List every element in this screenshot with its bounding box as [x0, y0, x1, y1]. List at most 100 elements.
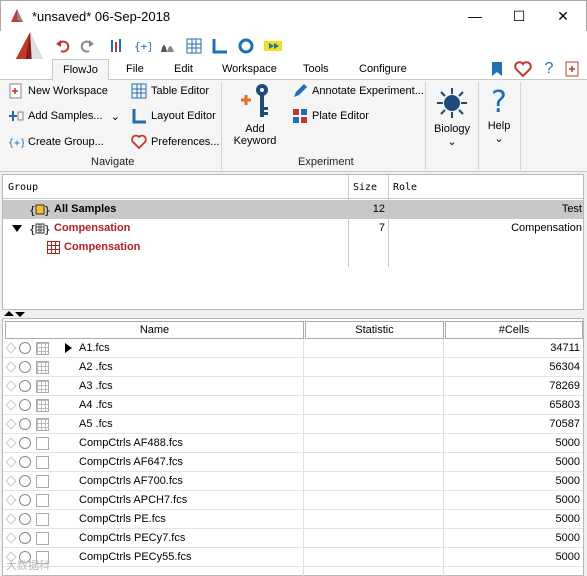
layout-button[interactable]	[209, 35, 231, 57]
tab-flowjo[interactable]: FlowJo	[52, 59, 109, 81]
table-row[interactable]: A3 .fcs 78269	[3, 377, 583, 396]
histogram-icon	[161, 45, 174, 52]
new-document-button[interactable]	[563, 60, 581, 78]
role-column-header[interactable]: Role	[393, 182, 417, 193]
close-icon: ✕	[557, 7, 569, 24]
group-button[interactable]: {+}	[131, 35, 153, 57]
table-row[interactable]: A1.fcs 34711	[3, 339, 583, 358]
new-workspace-button[interactable]: New Workspace	[8, 82, 108, 100]
annotate-experiment-button[interactable]: Annotate Experiment...	[292, 82, 424, 100]
tab-edit[interactable]: Edit	[174, 63, 193, 75]
radio-circle-icon[interactable]	[19, 513, 31, 525]
table-row[interactable]: A5 .fcs 70587	[3, 415, 583, 434]
plate-editor-button[interactable]: Plate Editor	[292, 107, 369, 125]
pane-splitter[interactable]	[0, 310, 587, 318]
table-row[interactable]: A4 .fcs 65803	[3, 396, 583, 415]
group-row-compensation-matrix[interactable]: Compensation	[3, 238, 583, 257]
group-table-header: Group Size Role	[3, 175, 583, 199]
minimize-button[interactable]: —	[453, 1, 497, 31]
redo-button[interactable]	[76, 35, 98, 57]
tab-tools[interactable]: Tools	[303, 63, 329, 75]
table-row[interactable]: CompCtrls AF647.fcs 5000	[3, 453, 583, 472]
sample-name: A2 .fcs	[79, 361, 113, 373]
favorite-button[interactable]	[514, 60, 532, 78]
pencil-icon	[294, 84, 307, 97]
chevron-down-icon: ⌄	[110, 110, 120, 123]
splitter-up-icon[interactable]	[4, 311, 14, 316]
plate-editor-label: Plate Editor	[312, 110, 369, 122]
play-button[interactable]	[262, 35, 284, 57]
current-row-pointer-icon	[65, 343, 72, 353]
preferences-button[interactable]: Preferences...	[131, 133, 219, 151]
sample-type-icon	[36, 456, 49, 469]
name-column-header[interactable]: Name	[5, 321, 304, 339]
radio-circle-icon[interactable]	[19, 418, 31, 430]
tab-workspace[interactable]: Workspace	[222, 63, 277, 75]
add-samples-label: Add Samples...	[28, 110, 103, 122]
expand-triangle-icon[interactable]	[12, 225, 22, 232]
radio-circle-icon[interactable]	[19, 437, 31, 449]
sample-table-header: Name Statistic #Cells	[5, 321, 583, 339]
sample-type-icon	[36, 494, 49, 507]
svg-text:{: {	[29, 204, 36, 217]
diamond-icon	[5, 475, 17, 487]
cytometer-button[interactable]	[106, 35, 128, 57]
bookmark-button[interactable]	[488, 60, 506, 78]
group-row-compensation[interactable]: {} Compensation 7 Compensation	[3, 219, 583, 238]
statistic-column-header[interactable]: Statistic	[305, 321, 444, 339]
tab-configure[interactable]: Configure	[359, 63, 407, 75]
title-bar: *unsaved* 06-Sep-2018 — ☐ ✕	[0, 0, 587, 31]
table-button[interactable]	[183, 35, 205, 57]
add-keyword-button[interactable]: Add Keyword	[232, 82, 278, 147]
tab-file[interactable]: File	[126, 63, 144, 75]
sample-name: CompCtrls PECy7.fcs	[79, 532, 186, 544]
sample-cell-count: 70587	[549, 418, 580, 430]
table-row[interactable]: CompCtrls AF700.fcs 5000	[3, 472, 583, 491]
biology-button[interactable]: Biology ⌄	[430, 86, 474, 148]
table-row[interactable]: CompCtrls PE.fcs 5000	[3, 510, 583, 529]
redo-icon	[80, 40, 94, 53]
radio-circle-icon[interactable]	[19, 380, 31, 392]
preferences-label: Preferences...	[151, 136, 220, 148]
radio-circle-icon[interactable]	[19, 532, 31, 544]
table-row[interactable]: CompCtrls PECy55.fcs 5000	[3, 548, 583, 567]
sample-type-icon	[36, 475, 49, 488]
flowjo-app-icon	[11, 9, 23, 22]
add-samples-button[interactable]: Add Samples... ⌄	[8, 107, 120, 125]
table-row[interactable]: CompCtrls APCH7.fcs 5000	[3, 491, 583, 510]
layout-editor-button[interactable]: Layout Editor	[131, 107, 216, 125]
size-column-header[interactable]: Size	[353, 182, 377, 193]
sample-name: CompCtrls AF647.fcs	[79, 456, 183, 468]
group-row-all-samples[interactable]: {} All Samples 12 Test	[3, 200, 583, 219]
radio-circle-icon[interactable]	[19, 475, 31, 487]
table-editor-button[interactable]: Table Editor	[131, 82, 209, 100]
group-column-header[interactable]: Group	[8, 182, 38, 193]
radio-circle-icon[interactable]	[19, 456, 31, 468]
splitter-down-icon[interactable]	[15, 312, 25, 317]
sample-cell-count: 5000	[555, 456, 580, 468]
chevron-down-icon: ⌄	[447, 136, 457, 148]
help-button[interactable]: ? Help ⌄	[482, 86, 516, 146]
maximize-button[interactable]: ☐	[497, 1, 541, 31]
ribbon-separator	[478, 82, 479, 170]
diamond-icon	[5, 437, 17, 449]
histogram-button[interactable]	[157, 35, 179, 57]
undo-button[interactable]	[52, 35, 74, 57]
layout-editor-label: Layout Editor	[151, 110, 216, 122]
table-row[interactable]: A2 .fcs 56304	[3, 358, 583, 377]
sample-type-icon	[36, 532, 49, 545]
table-row[interactable]: CompCtrls AF488.fcs 5000	[3, 434, 583, 453]
radio-circle-icon[interactable]	[19, 399, 31, 411]
radio-circle-icon[interactable]	[19, 342, 31, 354]
sample-cell-count: 65803	[549, 399, 580, 411]
refresh-button[interactable]	[235, 35, 257, 57]
svg-text:}: }	[44, 204, 51, 217]
table-row[interactable]: CompCtrls PECy7.fcs 5000	[3, 529, 583, 548]
biology-virus-icon	[437, 88, 467, 118]
cells-column-header[interactable]: #Cells	[445, 321, 583, 339]
help-question-button[interactable]: ?	[540, 60, 558, 78]
radio-circle-icon[interactable]	[19, 494, 31, 506]
create-group-button[interactable]: {+} Create Group...	[8, 133, 104, 151]
radio-circle-icon[interactable]	[19, 361, 31, 373]
close-button[interactable]: ✕	[541, 1, 585, 31]
